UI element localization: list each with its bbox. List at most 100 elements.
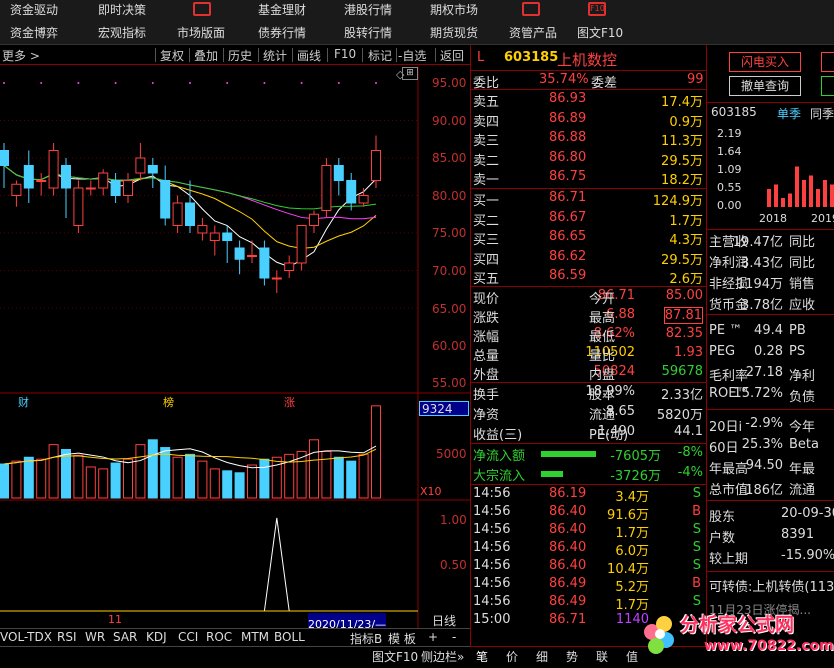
nav-instant-decision[interactable]: 即时决策: [98, 1, 146, 18]
side-extra-button[interactable]: [821, 52, 834, 72]
nav-capital-game[interactable]: 资金博弈: [10, 24, 58, 41]
candle-body[interactable]: [222, 232, 233, 241]
candle-body[interactable]: [36, 180, 47, 182]
bid-row[interactable]: 买二 86.67 1.7万: [471, 209, 707, 229]
stat-row[interactable]: 现价 86.71 今开 85.00: [471, 287, 707, 307]
candle-body[interactable]: [110, 180, 121, 196]
tab-link[interactable]: 联: [596, 648, 608, 665]
tab-vol-tdx[interactable]: VOL-TDX: [0, 630, 52, 644]
tab-roc[interactable]: ROC: [206, 630, 232, 644]
overlay-button[interactable]: 叠加: [194, 47, 218, 64]
tab-rsi[interactable]: RSI: [57, 630, 77, 644]
candle-body[interactable]: [0, 150, 9, 166]
candle-body[interactable]: [135, 157, 146, 174]
period-label[interactable]: 日线: [432, 612, 456, 629]
tick-row[interactable]: 14:56 86.40 6.0万 S: [471, 539, 707, 559]
mark-button[interactable]: 标记: [368, 47, 392, 64]
candle-body[interactable]: [371, 150, 381, 181]
candle-body[interactable]: [234, 247, 245, 260]
f10-button[interactable]: F10: [334, 47, 356, 61]
candle-body[interactable]: [85, 187, 96, 190]
nav-share-transfer[interactable]: 股转行情: [344, 24, 392, 41]
tab-cci[interactable]: CCI: [178, 630, 198, 644]
candle-body[interactable]: [98, 172, 109, 189]
bid-row[interactable]: 买一 86.71 124.9万: [471, 189, 707, 209]
nav-futures[interactable]: 期货现货: [430, 24, 478, 41]
candle-body[interactable]: [346, 180, 357, 204]
tick-row[interactable]: 14:56 86.49 5.2万 B: [471, 575, 707, 595]
nav-fund-finance[interactable]: 基金理财: [258, 1, 306, 18]
ask-row[interactable]: 卖五 86.93 17.4万: [471, 90, 707, 110]
nav-options[interactable]: 期权市场: [430, 1, 478, 18]
candle-body[interactable]: [172, 202, 183, 226]
tab-price[interactable]: 价: [506, 648, 518, 665]
tab-f10-text[interactable]: 图文F10: [372, 648, 418, 665]
candle-body[interactable]: [284, 262, 295, 271]
tab-boll[interactable]: BOLL: [274, 630, 305, 644]
candle-body[interactable]: [333, 165, 344, 181]
yoy-tab[interactable]: 同季: [810, 105, 834, 122]
candle-body[interactable]: [123, 180, 133, 196]
f10-icon[interactable]: F10: [588, 2, 606, 16]
flow-row[interactable]: 大宗流入 -3726万 -4%: [471, 464, 707, 484]
tick-row[interactable]: 14:56 86.40 1.7万 S: [471, 521, 707, 541]
candle-body[interactable]: [259, 247, 270, 279]
stat2-row[interactable]: 收益(三) 1.490 PE(动) 44.1: [471, 423, 707, 443]
ask-row[interactable]: 卖二 86.80 29.5万: [471, 149, 707, 169]
nav-market-layout[interactable]: 市场版面: [177, 24, 225, 41]
tick-row[interactable]: 14:56 86.40 91.6万 B: [471, 503, 707, 523]
candle-body[interactable]: [48, 150, 59, 189]
candle-body[interactable]: [321, 165, 332, 211]
ask-row[interactable]: 卖三 86.88 11.3万: [471, 129, 707, 149]
tab-kdj[interactable]: KDJ: [146, 630, 167, 644]
candle-body[interactable]: [296, 225, 307, 264]
nav-macro[interactable]: 宏观指标: [98, 24, 146, 41]
candle-body[interactable]: [197, 225, 208, 234]
ask-row[interactable]: 卖四 86.89 0.9万: [471, 110, 707, 130]
back-button[interactable]: 返回: [440, 47, 464, 64]
ranking-marker[interactable]: 榜: [163, 394, 174, 410]
candle-body[interactable]: [61, 165, 71, 189]
tab-template[interactable]: 模 板: [388, 630, 416, 647]
ask-row[interactable]: 卖一 86.75 18.2万: [471, 168, 707, 188]
tab-sidebar[interactable]: 侧边栏»: [421, 648, 464, 665]
nav-asset-products[interactable]: 资管产品: [509, 24, 557, 41]
tick-row[interactable]: 14:56 86.40 10.4万 S: [471, 557, 707, 577]
stat-row[interactable]: 涨跌 6.88 最高 87.81: [471, 306, 707, 326]
stat2-row[interactable]: 换手 18.99% 股本 2.33亿: [471, 383, 707, 403]
candle-body[interactable]: [185, 202, 195, 226]
finance-marker[interactable]: 财: [18, 394, 29, 410]
more-button[interactable]: 更多 >: [2, 47, 40, 64]
history-button[interactable]: 历史: [228, 47, 252, 64]
market-layout-icon[interactable]: [193, 2, 211, 16]
candle-body[interactable]: [160, 180, 171, 219]
self-select-button[interactable]: -自选: [398, 47, 426, 64]
tab-wr[interactable]: WR: [85, 630, 105, 644]
zoom-out-button[interactable]: -: [452, 630, 456, 644]
kline-chart[interactable]: [0, 66, 470, 628]
chart-mode-icon[interactable]: ⊞: [402, 67, 418, 80]
cancel-query-button[interactable]: 撤单查询: [729, 76, 801, 96]
tab-indicator-b[interactable]: 指标B: [350, 630, 382, 647]
candle-body[interactable]: [11, 183, 22, 196]
candle-body[interactable]: [247, 255, 257, 257]
bid-row[interactable]: 买四 86.62 29.5万: [471, 248, 707, 268]
asset-product-icon[interactable]: [522, 2, 540, 16]
season-tab[interactable]: 单季: [777, 105, 801, 122]
tick-row[interactable]: 14:56 86.19 3.4万 S: [471, 485, 707, 505]
restore-rights-button[interactable]: 复权: [160, 47, 184, 64]
flash-buy-button[interactable]: 闪电买入: [729, 52, 801, 72]
stat-row[interactable]: 涨幅 8.62% 最低 82.35: [471, 325, 707, 345]
stat2-row[interactable]: 净资 8.65 流通 5820万: [471, 403, 707, 423]
candle-body[interactable]: [271, 277, 282, 280]
nav-f10[interactable]: 图文F10: [577, 24, 623, 41]
bid-row[interactable]: 买三 86.65 4.3万: [471, 228, 707, 248]
convertible-bond[interactable]: 可转债:上机转债(113: [709, 576, 834, 595]
candle-body[interactable]: [358, 195, 369, 204]
side-extra-button-2[interactable]: [821, 76, 834, 96]
tab-mtm[interactable]: MTM: [241, 630, 269, 644]
candle-body[interactable]: [23, 165, 34, 189]
candle-body[interactable]: [73, 187, 84, 226]
tab-trend[interactable]: 势: [566, 648, 578, 665]
limit-up-marker[interactable]: 涨: [284, 394, 295, 410]
